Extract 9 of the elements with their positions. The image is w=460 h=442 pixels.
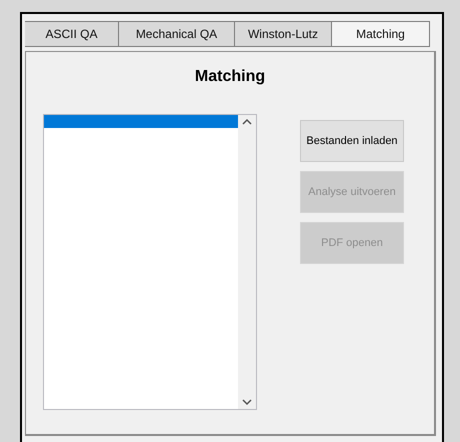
tab[interactable]: Matching (332, 21, 430, 47)
scrollbar[interactable] (238, 115, 256, 409)
tab[interactable]: Winston-Lutz (235, 21, 332, 47)
tab[interactable]: Mechanical QA (119, 21, 235, 47)
panel-title: Matching (194, 68, 266, 86)
scroll-down-icon[interactable] (242, 399, 252, 406)
action-button[interactable]: Bestanden inladen (300, 120, 404, 162)
scroll-up-icon[interactable] (242, 118, 252, 125)
tab[interactable]: ASCII QA (25, 21, 119, 47)
